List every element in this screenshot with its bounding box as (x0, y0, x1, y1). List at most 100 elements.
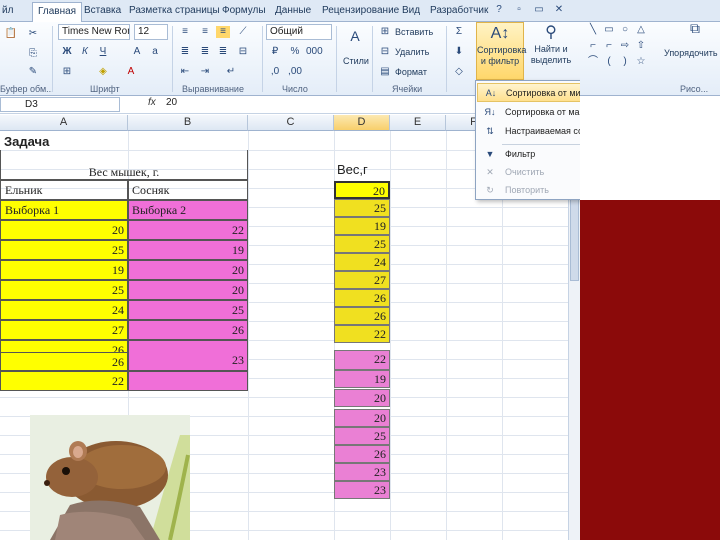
col-a-value-cell[interactable]: 24 (0, 300, 128, 320)
column-header-e[interactable]: E (390, 115, 446, 131)
arrange-icon[interactable]: ⧉ (684, 21, 706, 42)
col-a-value-cell[interactable]: 26 (0, 352, 128, 371)
borders-icon[interactable]: ⊞ (60, 66, 74, 78)
col-b-header[interactable]: Сосняк (128, 180, 248, 200)
col-d-value-cell[interactable]: 25 (334, 427, 390, 445)
find-select-button[interactable]: ⚲ Найти и выделить (528, 22, 574, 80)
decrease-indent-icon[interactable]: ⇤ (178, 66, 192, 78)
tab-developer[interactable]: Разработчик (430, 2, 488, 22)
formula-input[interactable]: 20 (166, 97, 177, 108)
col-a-value-cell[interactable]: 22 (0, 371, 128, 391)
col-b-value-cell[interactable]: 19 (128, 240, 248, 260)
col-d-value-cell[interactable]: 26 (334, 307, 390, 325)
cut-icon[interactable]: ✂ (26, 28, 40, 40)
shape-curve-icon[interactable]: ⌒ (586, 56, 600, 68)
menu-filter[interactable]: ▼ Фильтр (477, 145, 580, 164)
col-d-value-cell[interactable]: 23 (334, 481, 390, 499)
percent-icon[interactable]: % (288, 46, 302, 58)
increase-indent-icon[interactable]: ⇥ (198, 66, 212, 78)
column-header-c[interactable]: C (248, 115, 334, 131)
grow-font-icon[interactable]: A (130, 46, 144, 58)
format-painter-icon[interactable]: ✎ (26, 66, 40, 78)
menu-sort-ascending[interactable]: A↓ Сортировка от минимального к максимал… (477, 83, 580, 102)
name-box[interactable]: D3 (0, 97, 120, 112)
number-format-select[interactable]: Общий (266, 24, 332, 40)
col-b-sample[interactable]: Выборка 2 (128, 200, 248, 220)
font-color-icon[interactable]: A (124, 66, 138, 78)
col-a-value-cell[interactable]: 27 (0, 320, 128, 340)
merge-icon[interactable]: ⊟ (236, 46, 250, 58)
col-d-value-cell[interactable]: 25 (334, 235, 390, 253)
thousands-icon[interactable]: 000 (306, 46, 323, 58)
col-d-value-cell[interactable]: 20 (334, 409, 390, 427)
tab-page-layout[interactable]: Разметка страницы (129, 2, 220, 22)
tab-data[interactable]: Данные (275, 2, 311, 22)
col-d-value-cell[interactable]: 20 (334, 389, 390, 407)
shape-line-icon[interactable]: ╲ (586, 24, 600, 36)
arrange-button[interactable]: Упорядочить (664, 48, 718, 58)
align-middle-icon[interactable]: ≡ (198, 26, 212, 38)
font-name-select[interactable]: Times New Rom (58, 24, 130, 40)
col-d-value-cell[interactable]: 19 (334, 370, 390, 388)
insert-cells-button[interactable]: Вставить (395, 27, 433, 37)
increase-decimal-icon[interactable]: ,0 (268, 66, 282, 78)
col-d-value-cell[interactable]: 23 (334, 463, 390, 481)
col-d-value-cell[interactable]: 26 (334, 445, 390, 463)
help-icon[interactable]: ? (492, 4, 506, 16)
shape-triangle-icon[interactable]: △ (634, 24, 648, 36)
styles-icon[interactable]: A (346, 29, 364, 48)
align-right-icon[interactable]: ≣ (216, 46, 230, 58)
underline-icon[interactable]: Ч (96, 46, 110, 58)
col-d-value-cell[interactable]: 26 (334, 289, 390, 307)
shape-bracket-icon[interactable]: ⌐ (602, 40, 616, 52)
bold-icon[interactable]: Ж (60, 46, 74, 58)
table-header[interactable]: Вес мышек, г. (0, 150, 248, 180)
col-a-value-cell[interactable]: 20 (0, 220, 128, 240)
col-d-value-cell[interactable]: 25 (334, 199, 390, 217)
col-b-value-cell[interactable]: 26 (128, 320, 248, 340)
tab-home[interactable]: Главная (32, 2, 83, 22)
decrease-decimal-icon[interactable]: ,00 (288, 66, 302, 78)
d-header[interactable]: Вес,г (337, 162, 368, 177)
shape-corner-icon[interactable]: ⌐ (586, 40, 600, 52)
col-d-value-cell[interactable]: 22 (334, 350, 390, 370)
restore-icon[interactable]: ▭ (532, 4, 546, 16)
align-top-icon[interactable]: ≡ (178, 26, 192, 38)
tab-formulas[interactable]: Формулы (222, 2, 266, 22)
col-b-value-cell[interactable]: 25 (128, 300, 248, 320)
shape-arrow-icon[interactable]: ⇨ (618, 40, 632, 52)
shape-star-icon[interactable]: ☆ (634, 56, 648, 68)
sort-filter-button[interactable]: A↕ Сортировка и фильтр (476, 22, 526, 80)
col-b-value-cell[interactable]: 23 (128, 340, 248, 371)
copy-icon[interactable]: ⎘ (26, 48, 40, 60)
menu-custom-sort[interactable]: ⇅ Настраиваемая сортировка... (477, 122, 580, 141)
format-cells-button[interactable]: Формат (395, 67, 427, 77)
menu-reapply[interactable]: ↻ Повторить (477, 181, 580, 200)
clear-icon[interactable]: ◇ (452, 66, 466, 78)
column-header-d[interactable]: D (334, 115, 390, 131)
shape-brace-icon[interactable]: ( (602, 56, 616, 68)
minimize-icon[interactable]: ▫ (512, 4, 526, 16)
col-a-value-cell[interactable]: 19 (0, 260, 128, 280)
col-d-value-cell[interactable]: 24 (334, 253, 390, 271)
tab-review[interactable]: Рецензирование (322, 2, 399, 22)
col-d-value-cell[interactable]: 27 (334, 271, 390, 289)
fill-color-icon[interactable]: ◈ (96, 66, 110, 78)
styles-button[interactable]: Стили (343, 56, 369, 66)
currency-icon[interactable]: ₽ (268, 46, 282, 58)
italic-icon[interactable]: К (78, 46, 92, 58)
shape-rect-icon[interactable]: ▭ (602, 24, 616, 36)
align-center-icon[interactable]: ≣ (198, 46, 212, 58)
delete-cells-button[interactable]: Удалить (395, 47, 429, 57)
shape-brace-right-icon[interactable]: ) (618, 56, 632, 68)
col-b-value-cell[interactable] (128, 371, 248, 391)
shape-oval-icon[interactable]: ○ (618, 24, 632, 36)
fill-icon[interactable]: ⬇ (452, 46, 466, 58)
menu-sort-descending[interactable]: Я↓ Сортировка от максимального к минимал… (477, 103, 581, 122)
col-a-sample[interactable]: Выборка 1 (0, 200, 128, 220)
col-a-value-cell[interactable]: 25 (0, 240, 128, 260)
wrap-text-icon[interactable]: ↵ (224, 66, 238, 78)
insert-cells-icon[interactable]: ⊞ (378, 26, 392, 38)
format-cells-icon[interactable]: ▤ (378, 66, 392, 78)
shape-arrow-up-icon[interactable]: ⇧ (634, 40, 648, 52)
